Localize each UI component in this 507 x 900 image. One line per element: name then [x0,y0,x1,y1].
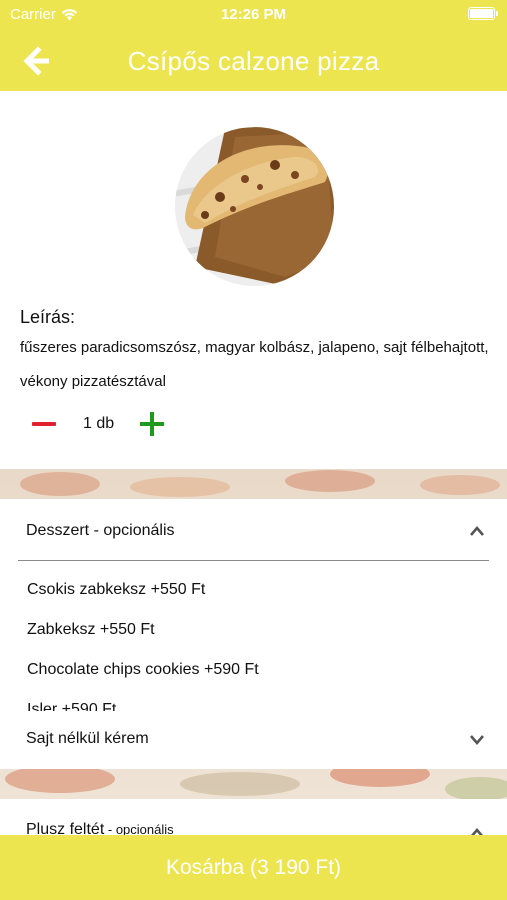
product-detail: Leírás: fűszeres paradicsomszósz, magyar… [0,91,507,835]
battery-icon [468,7,498,20]
minus-icon [32,422,56,426]
chevron-down-icon [470,735,484,745]
dessert-section-label: Desszert - opcionális [26,522,175,539]
description-label: Leírás: [20,307,76,327]
chevron-up-icon [471,828,483,835]
dessert-option-csokis-zabkeksz[interactable]: Csokis zabkeksz +550 Ft [27,581,205,599]
quantity-stepper: 1 db [20,409,180,439]
no-cheese-section-header[interactable]: Sajt nélkül kérem [0,711,507,773]
decrease-button[interactable] [26,409,62,439]
dessert-section-header[interactable]: Desszert - opcionális [0,499,507,561]
dessert-option-zabkeksz[interactable]: Zabkeksz +550 Ft [27,621,155,639]
header-bar: Carrier 12:26 PM Csípős calzone pizza [0,0,507,91]
product-image [175,127,334,286]
no-cheese-section-label: Sajt nélkül kérem [26,730,149,747]
status-time: 12:26 PM [220,6,287,23]
dessert-option-isler[interactable]: Isler +590 Ft [27,701,116,711]
status-bar: Carrier 12:26 PM [0,0,507,28]
extra-topping-section-header[interactable]: Plusz feltét - opcionális [0,799,507,835]
add-to-cart-button[interactable]: Kosárba (3 190 Ft) [0,835,507,900]
chevron-up-icon [470,526,484,536]
no-cheese-section[interactable]: Sajt nélkül kérem [0,711,507,769]
increase-button[interactable] [138,411,166,439]
extra-topping-section: Plusz feltét - opcionális [0,799,507,835]
extra-topping-title: Plusz feltét [26,821,105,835]
page-title: Csípős calzone pizza [127,46,380,76]
extra-topping-optional: - opcionális [104,822,174,835]
description-text: fűszeres paradicsomszósz, magyar kolbász… [20,339,489,390]
calzone-pizza-photo [175,127,334,286]
extra-topping-section-label: Plusz feltét - opcionális [26,821,174,835]
dessert-options: Csokis zabkeksz +550 Ft Zabkeksz +550 Ft… [0,561,507,711]
dessert-option-chocolate-chips[interactable]: Chocolate chips cookies +590 Ft [27,661,259,679]
quantity-value: 1 db [83,415,115,432]
